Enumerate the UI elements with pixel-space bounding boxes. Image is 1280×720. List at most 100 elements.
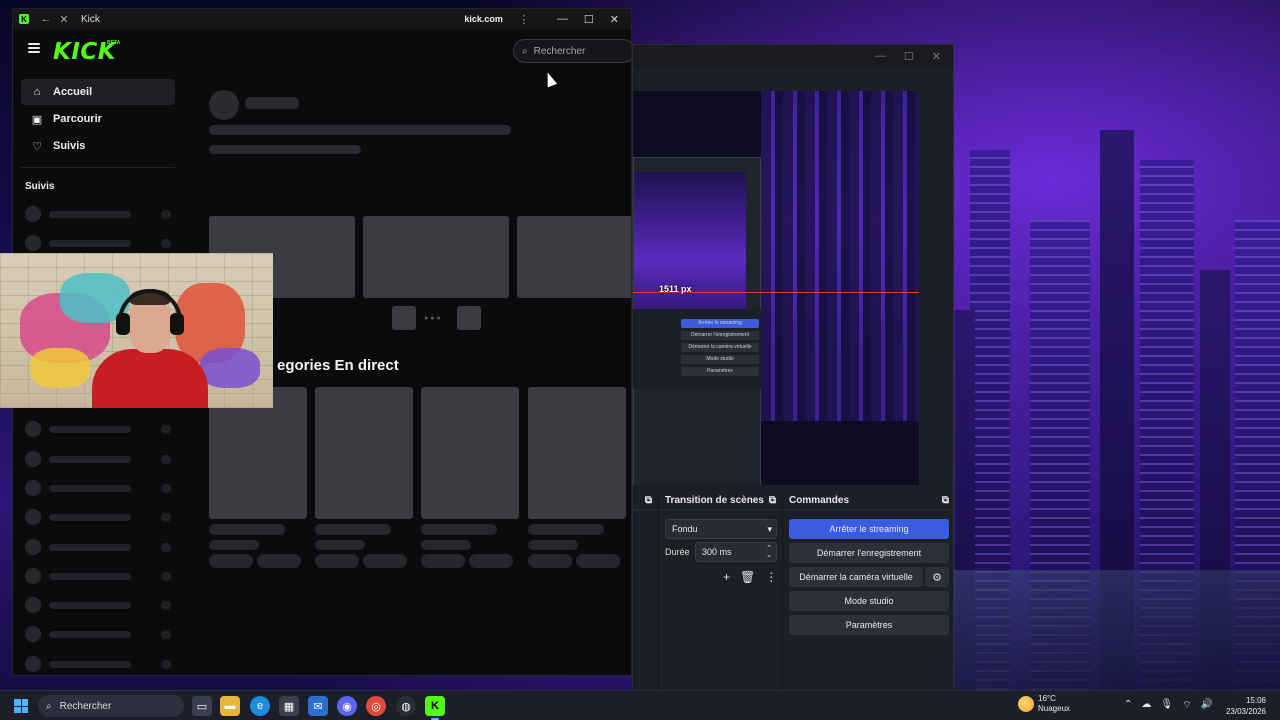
- start-virtual-camera-button[interactable]: Démarrer la caméra virtuelle: [789, 567, 923, 587]
- address-bar[interactable]: kick.com: [464, 14, 503, 24]
- obs-window: — ☐ ✕ 1511 px Arrêter le streaming Démar…: [632, 44, 955, 691]
- text-skeleton: [245, 97, 299, 109]
- windows-start-icon[interactable]: [14, 699, 28, 713]
- sidebar-item-label: Accueil: [53, 86, 93, 98]
- tag-skeleton: [315, 554, 359, 568]
- weather-temp: 16°C: [1038, 694, 1056, 703]
- close-icon[interactable]: ✕: [610, 13, 619, 26]
- obs-preview[interactable]: 1511 px Arrêter le streaming Démarrer l'…: [633, 91, 919, 485]
- wifi-icon[interactable]: ⌔: [1182, 699, 1191, 712]
- text-skeleton: [209, 125, 511, 135]
- text-skeleton: [209, 145, 361, 154]
- kick-favicon-icon: K: [19, 14, 29, 24]
- sidebar-item-suivis[interactable]: ♡ Suivis: [21, 133, 175, 159]
- store-icon[interactable]: ▦: [279, 696, 299, 716]
- scene-transition-panel: Transition de scènes ⧉ Fondu ▾ Durée 300…: [659, 491, 783, 691]
- followed-channel-skeleton: [25, 568, 175, 584]
- nested-button: Mode studio: [681, 355, 759, 364]
- start-recording-button[interactable]: Démarrer l'enregistrement: [789, 543, 949, 563]
- stop-loading-icon[interactable]: ✕: [55, 13, 73, 26]
- carousel-prev-button[interactable]: [392, 306, 416, 330]
- clock[interactable]: 15:06 23/03/2026: [1226, 695, 1266, 717]
- menu-icon[interactable]: [28, 43, 40, 53]
- duration-field[interactable]: 300 ms ⌃ ⌄: [695, 542, 777, 562]
- text-skeleton: [315, 540, 365, 550]
- text-skeleton: [528, 524, 604, 535]
- dock-menu-icon[interactable]: ⧉: [942, 495, 949, 506]
- search-icon: ⌕: [46, 700, 52, 712]
- edge-icon[interactable]: e: [250, 696, 270, 716]
- followed-channel-skeleton: [25, 206, 175, 222]
- close-icon[interactable]: ✕: [932, 50, 941, 63]
- text-skeleton: [528, 540, 578, 550]
- volume-icon[interactable]: 🔊: [1201, 699, 1213, 712]
- followed-channel-skeleton: [25, 656, 175, 672]
- text-skeleton: [209, 540, 259, 550]
- category-card-skeleton: [315, 387, 413, 519]
- maximize-icon[interactable]: ☐: [584, 13, 594, 26]
- category-card-skeleton: [528, 387, 626, 519]
- more-icon[interactable]: ⋮: [765, 570, 777, 584]
- search-input[interactable]: ⌕ Rechercher: [513, 39, 631, 63]
- chrome-icon[interactable]: ◎: [366, 696, 386, 716]
- divider: [21, 167, 175, 168]
- trash-icon[interactable]: 🗑: [740, 570, 755, 584]
- back-arrow-icon[interactable]: ←: [37, 13, 55, 25]
- tab-title: Kick: [81, 13, 100, 25]
- sidebar-item-label: Suivis: [53, 140, 86, 152]
- heart-icon: ♡: [32, 140, 42, 153]
- minimize-icon[interactable]: —: [875, 50, 886, 62]
- discord-icon[interactable]: ◉: [337, 696, 357, 716]
- nested-button: Paramètres: [681, 367, 759, 376]
- microphone-icon[interactable]: 🎙: [1160, 699, 1173, 712]
- tag-skeleton: [469, 554, 513, 568]
- headset-earcup: [116, 313, 130, 335]
- file-explorer-icon[interactable]: ▬: [220, 696, 240, 716]
- tag-skeleton: [528, 554, 572, 568]
- beta-badge: BETA: [107, 40, 121, 46]
- chevron-up-icon[interactable]: ⌃: [1124, 699, 1132, 712]
- weather-widget[interactable]: 16°C Nuageux: [1018, 694, 1070, 714]
- more-icon[interactable]: ⋮: [515, 13, 533, 26]
- weather-desc: Nuageux: [1038, 704, 1071, 713]
- carousel-next-button[interactable]: [457, 306, 481, 330]
- carousel-dots-icon: ●●●: [424, 315, 443, 322]
- sidebar-item-accueil[interactable]: ⌂ Accueil: [21, 79, 175, 105]
- controls-panel: Commandes ⧉ Arrêter le streaming Démarre…: [783, 491, 955, 691]
- obs-icon[interactable]: ◍: [396, 696, 416, 716]
- stepper-icon[interactable]: ⌃ ⌄: [766, 545, 772, 559]
- carousel-card-skeleton: [363, 216, 509, 298]
- obs-dock: ⧉ Transition de scènes ⧉ Fondu ▾ Durée 3…: [633, 485, 955, 691]
- kick-app-icon[interactable]: K: [425, 696, 445, 720]
- category-card-skeleton: [421, 387, 519, 519]
- transition-select[interactable]: Fondu ▾: [665, 519, 777, 539]
- task-view-icon[interactable]: ▭: [192, 696, 212, 716]
- text-skeleton: [209, 524, 285, 535]
- tag-skeleton: [576, 554, 620, 568]
- taskbar-search[interactable]: ⌕ Rechercher: [38, 695, 184, 717]
- controls-title: Commandes: [789, 494, 850, 506]
- stop-streaming-button[interactable]: Arrêter le streaming: [789, 519, 949, 539]
- followed-channel-skeleton: [25, 480, 175, 496]
- clock-time: 15:06: [1245, 696, 1266, 705]
- minimize-icon[interactable]: —: [557, 13, 568, 26]
- measure-label: 1511 px: [659, 284, 692, 294]
- studio-mode-button[interactable]: Mode studio: [789, 591, 949, 611]
- sidebar-item-label: Parcourir: [53, 113, 102, 125]
- gear-icon[interactable]: ⚙: [925, 567, 949, 587]
- duration-value: 300 ms: [702, 547, 732, 557]
- dock-menu-icon[interactable]: ⧉: [645, 495, 652, 506]
- dock-menu-icon[interactable]: ⧉: [769, 495, 776, 506]
- duration-label: Durée: [665, 547, 690, 557]
- sidebar-item-parcourir[interactable]: ▣ Parcourir: [21, 106, 175, 132]
- followed-channel-skeleton: [25, 451, 175, 467]
- avatar-skeleton: [209, 90, 239, 120]
- settings-button[interactable]: Paramètres: [789, 615, 949, 635]
- clock-date: 23/03/2026: [1225, 707, 1266, 716]
- maximize-icon[interactable]: ☐: [904, 50, 914, 63]
- add-icon[interactable]: +: [723, 570, 730, 584]
- followed-channel-skeleton: [25, 421, 175, 437]
- taskbar-search-label: Rechercher: [59, 700, 112, 712]
- cloud-icon[interactable]: ☁: [1141, 699, 1151, 712]
- mail-icon[interactable]: ✉: [308, 696, 328, 716]
